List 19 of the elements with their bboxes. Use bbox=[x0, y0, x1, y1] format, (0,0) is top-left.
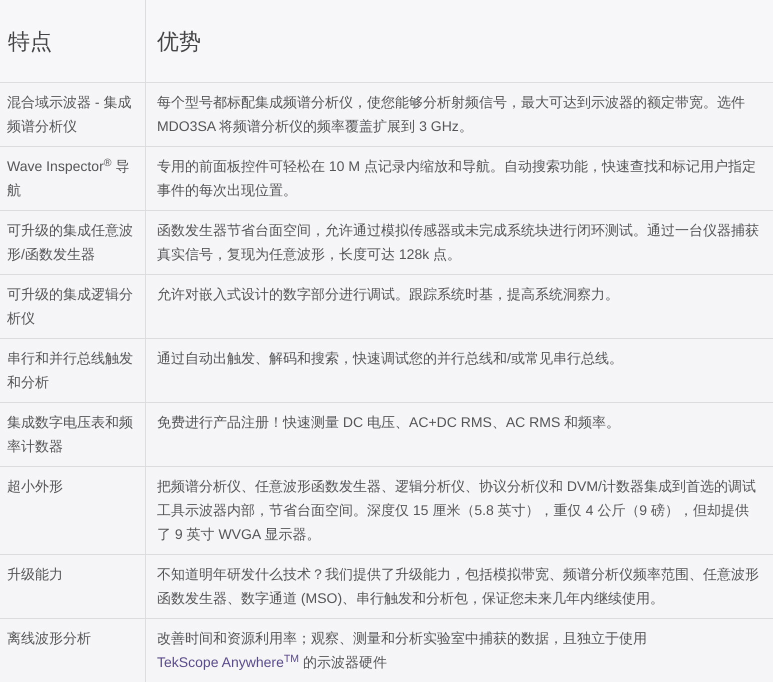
description-cell-text: 允许对嵌入式设计的数字部分进行调试。跟踪系统时基，提高系统洞察力。 bbox=[156, 285, 620, 304]
feature-cell-text: 可升级的集成任意波形/函数发生器 bbox=[6, 221, 134, 264]
feature-cell-text: 超小外形 bbox=[6, 477, 64, 496]
description-cell-text: 专用的前面板控件可轻松在 10 M 点记录内缩放和导航。自动搜索功能，快速查找和标记用户指定事件的每次出现位置。 bbox=[156, 157, 757, 200]
feature-cell-text: 升级能力 bbox=[6, 565, 64, 584]
description-cell-text: 函数发生器节省台面空间，允许通过模拟传感器或未完成系统块进行闭环测试。通过一台仪器捕获真实信号，复现为任意波形，长度可达 128k 点。 bbox=[156, 221, 760, 264]
feature-cell-text: 混合域示波器 - 集成频谱分析仪 bbox=[6, 93, 132, 136]
tekscope-link[interactable]: TekScope Anywhere$^{TM}$ bbox=[157, 654, 300, 670]
feature-cell-text: 串行和并行总线触发和分析 bbox=[6, 349, 134, 392]
description-cell-text: 通过自动出触发、解码和搜索，快速调试您的并行总线和/或常见串行总线。 bbox=[156, 349, 624, 368]
feature-cell-text: 集成数字电压表和频率计数器 bbox=[6, 413, 134, 456]
description-cell-text: 每个型号都标配集成频谱分析仪，使您能够分析射频信号，最大可达到示波器的额定带宽。选件 MDO3SA 将频谱分析仪的频率覆盖扩展到 3 GHz。 bbox=[156, 93, 746, 136]
feature-cell-text: Wave Inspector$^{®}$ 导航 bbox=[6, 156, 130, 200]
description-cell-text: 免费进行产品注册！快速测量 DC 电压、AC+DC RMS、AC RMS 和频率。 bbox=[156, 413, 622, 432]
feature-cell-text: 离线波形分析 bbox=[6, 629, 92, 648]
description-cell-text: 改善时间和资源利用率；观察、测量和分析实验室中捕获的数据，且独立于使用 TekScope Anywhere$^{TM}$ 的示波器硬件 bbox=[156, 629, 648, 672]
feature-cell-text: 可升级的集成逻辑分析仪 bbox=[6, 285, 134, 328]
description-cell-text: 把频谱分析仪、任意波形函数发生器、逻辑分析仪、协议分析仪和 DVM/计数器集成到首选的调试工具示波器内部，节省台面空间。深度仅 15 厘米（5.8 英寸），重仅 4 公斤（9 磅），但却提供了 9 英寸 WVGA 显示器。 bbox=[156, 477, 757, 544]
description-cell-text: 不知道明年研发什么技术？我们提供了升级能力，包括模拟带宽、频谱分析仪频率范围、任意波形函数发生器、数字通道 (MSO)、串行触发和分析包，保证您未来几年内继续使用。 bbox=[156, 565, 760, 608]
